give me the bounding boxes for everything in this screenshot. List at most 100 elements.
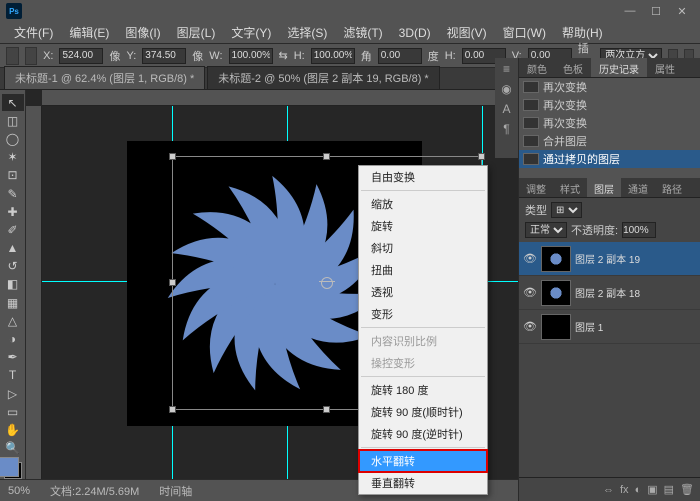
panel-tab[interactable]: 历史记录 xyxy=(591,58,647,77)
layer-row[interactable]: 👁 图层 2 副本 18 xyxy=(519,276,700,310)
context-menu-item[interactable]: 斜切 xyxy=(359,237,487,259)
crop-tool-icon[interactable]: ⊡ xyxy=(2,167,24,184)
link-layers-icon[interactable]: ⇔ xyxy=(603,484,614,496)
menu-item[interactable]: 图层(L) xyxy=(169,24,224,41)
paragraph-panel-icon[interactable]: ¶ xyxy=(503,122,509,136)
gradient-tool-icon[interactable]: ▦ xyxy=(2,294,24,311)
visibility-icon[interactable]: 👁 xyxy=(523,252,537,265)
transform-handle[interactable] xyxy=(323,153,330,160)
menu-item[interactable]: 文字(Y) xyxy=(223,24,279,41)
panel-tab[interactable]: 路径 xyxy=(655,178,689,197)
history-state[interactable]: 再次变换 xyxy=(519,96,700,114)
shape-tool-icon[interactable]: ▭ xyxy=(2,403,24,420)
panel-tab[interactable]: 样式 xyxy=(553,178,587,197)
new-layer-icon[interactable]: ▤ xyxy=(664,483,674,496)
reference-point-icon[interactable] xyxy=(25,47,38,65)
brush-panel-icon[interactable]: ◉ xyxy=(501,82,511,96)
context-menu-item[interactable]: 扭曲 xyxy=(359,259,487,281)
layer-row[interactable]: 👁 图层 1 xyxy=(519,310,700,344)
panel-tab[interactable]: 色板 xyxy=(555,58,591,77)
menu-item[interactable]: 选择(S) xyxy=(279,24,335,41)
context-menu-item[interactable]: 变形 xyxy=(359,303,487,325)
menu-item[interactable]: 视图(V) xyxy=(439,24,495,41)
angle-input[interactable] xyxy=(378,48,422,64)
dodge-tool-icon[interactable]: ◑ xyxy=(2,330,24,347)
history-state[interactable]: 合并图层 xyxy=(519,132,700,150)
stamp-tool-icon[interactable]: ▲ xyxy=(2,240,24,257)
layer-name[interactable]: 图层 1 xyxy=(575,319,603,334)
layer-thumbnail[interactable] xyxy=(541,280,571,306)
opacity-input[interactable] xyxy=(622,222,656,238)
marquee-tool-icon[interactable]: ◫ xyxy=(2,112,24,129)
path-tool-icon[interactable]: ▷ xyxy=(2,385,24,402)
history-state[interactable]: 再次变换 xyxy=(519,114,700,132)
transform-handle[interactable] xyxy=(478,153,485,160)
brush-tool-icon[interactable]: ✐ xyxy=(2,221,24,238)
history-brush-icon[interactable]: ↺ xyxy=(2,258,24,275)
wand-tool-icon[interactable]: ✶ xyxy=(2,149,24,166)
layer-mask-icon[interactable]: ◐ xyxy=(635,484,642,496)
link-icon[interactable]: ⇆ xyxy=(279,49,288,62)
panel-tab[interactable]: 属性 xyxy=(647,58,683,77)
type-tool-icon[interactable]: T xyxy=(2,367,24,384)
transform-handle[interactable] xyxy=(169,153,176,160)
menu-item[interactable]: 窗口(W) xyxy=(495,24,554,41)
y-input[interactable] xyxy=(142,48,186,64)
transform-handle[interactable] xyxy=(169,279,176,286)
layer-row[interactable]: 👁 图层 2 副本 19 xyxy=(519,242,700,276)
lasso-tool-icon[interactable]: ◯ xyxy=(2,130,24,147)
x-input[interactable] xyxy=(59,48,103,64)
context-menu-item[interactable]: 旋转 90 度(顺时针) xyxy=(359,401,487,423)
color-swatches-icon[interactable] xyxy=(4,462,22,479)
menu-item[interactable]: 图像(I) xyxy=(117,24,168,41)
character-panel-icon[interactable]: A xyxy=(502,102,510,116)
context-menu-item[interactable]: 水平翻转 xyxy=(359,450,487,472)
panel-tab[interactable]: 调整 xyxy=(519,178,553,197)
h-input[interactable] xyxy=(311,48,355,64)
close-icon[interactable]: ✕ xyxy=(670,3,694,19)
layer-style-icon[interactable]: fx xyxy=(620,484,629,496)
menu-item[interactable]: 编辑(E) xyxy=(61,24,117,41)
eraser-tool-icon[interactable]: ◧ xyxy=(2,276,24,293)
visibility-icon[interactable]: 👁 xyxy=(523,320,537,333)
layer-thumbnail[interactable] xyxy=(541,314,571,340)
healing-tool-icon[interactable]: ✚ xyxy=(2,203,24,220)
blend-mode-select[interactable]: 正常 xyxy=(525,222,567,238)
menu-item[interactable]: 滤镜(T) xyxy=(335,24,390,41)
filter-type-select[interactable]: ⊞ xyxy=(551,202,582,218)
context-menu-item[interactable]: 旋转 180 度 xyxy=(359,379,487,401)
panel-tab[interactable]: 图层 xyxy=(587,178,621,197)
visibility-icon[interactable]: 👁 xyxy=(523,286,537,299)
panel-tab[interactable]: 颜色 xyxy=(519,58,555,77)
layer-name[interactable]: 图层 2 副本 19 xyxy=(575,251,640,266)
context-menu-item[interactable]: 垂直翻转 xyxy=(359,472,487,494)
blur-tool-icon[interactable]: △ xyxy=(2,312,24,329)
delete-layer-icon[interactable]: 🗑 xyxy=(680,483,694,496)
menu-item[interactable]: 3D(D) xyxy=(391,26,439,40)
context-menu-item[interactable]: 旋转 90 度(逆时针) xyxy=(359,423,487,445)
history-state[interactable]: 通过拷贝的图层 xyxy=(519,150,700,168)
context-menu-item[interactable]: 透视 xyxy=(359,281,487,303)
layer-name[interactable]: 图层 2 副本 18 xyxy=(575,285,640,300)
context-menu-item[interactable]: 自由变换 xyxy=(359,166,487,188)
timeline-label[interactable]: 时间轴 xyxy=(159,483,192,499)
move-tool-icon[interactable]: ↖ xyxy=(2,94,24,111)
pen-tool-icon[interactable]: ✒ xyxy=(2,349,24,366)
layer-thumbnail[interactable] xyxy=(541,246,571,272)
minimize-icon[interactable]: — xyxy=(618,3,642,19)
hand-tool-icon[interactable]: ✋ xyxy=(2,421,24,438)
panel-tab[interactable]: 通道 xyxy=(621,178,655,197)
menu-item[interactable]: 文件(F) xyxy=(6,24,61,41)
zoom-tool-icon[interactable]: 🔍 xyxy=(2,440,24,457)
transform-handle[interactable] xyxy=(323,406,330,413)
transform-center-icon[interactable] xyxy=(321,277,333,289)
menu-item[interactable]: 帮助(H) xyxy=(554,24,611,41)
w-input[interactable] xyxy=(229,48,273,64)
history-state[interactable]: 再次变换 xyxy=(519,78,700,96)
context-menu-item[interactable]: 旋转 xyxy=(359,215,487,237)
maximize-icon[interactable]: ☐ xyxy=(644,3,668,19)
transform-handle[interactable] xyxy=(169,406,176,413)
document-tab[interactable]: 未标题-1 @ 62.4% (图层 1, RGB/8) * xyxy=(4,66,205,89)
context-menu-item[interactable]: 缩放 xyxy=(359,193,487,215)
zoom-level[interactable]: 50% xyxy=(8,485,30,497)
